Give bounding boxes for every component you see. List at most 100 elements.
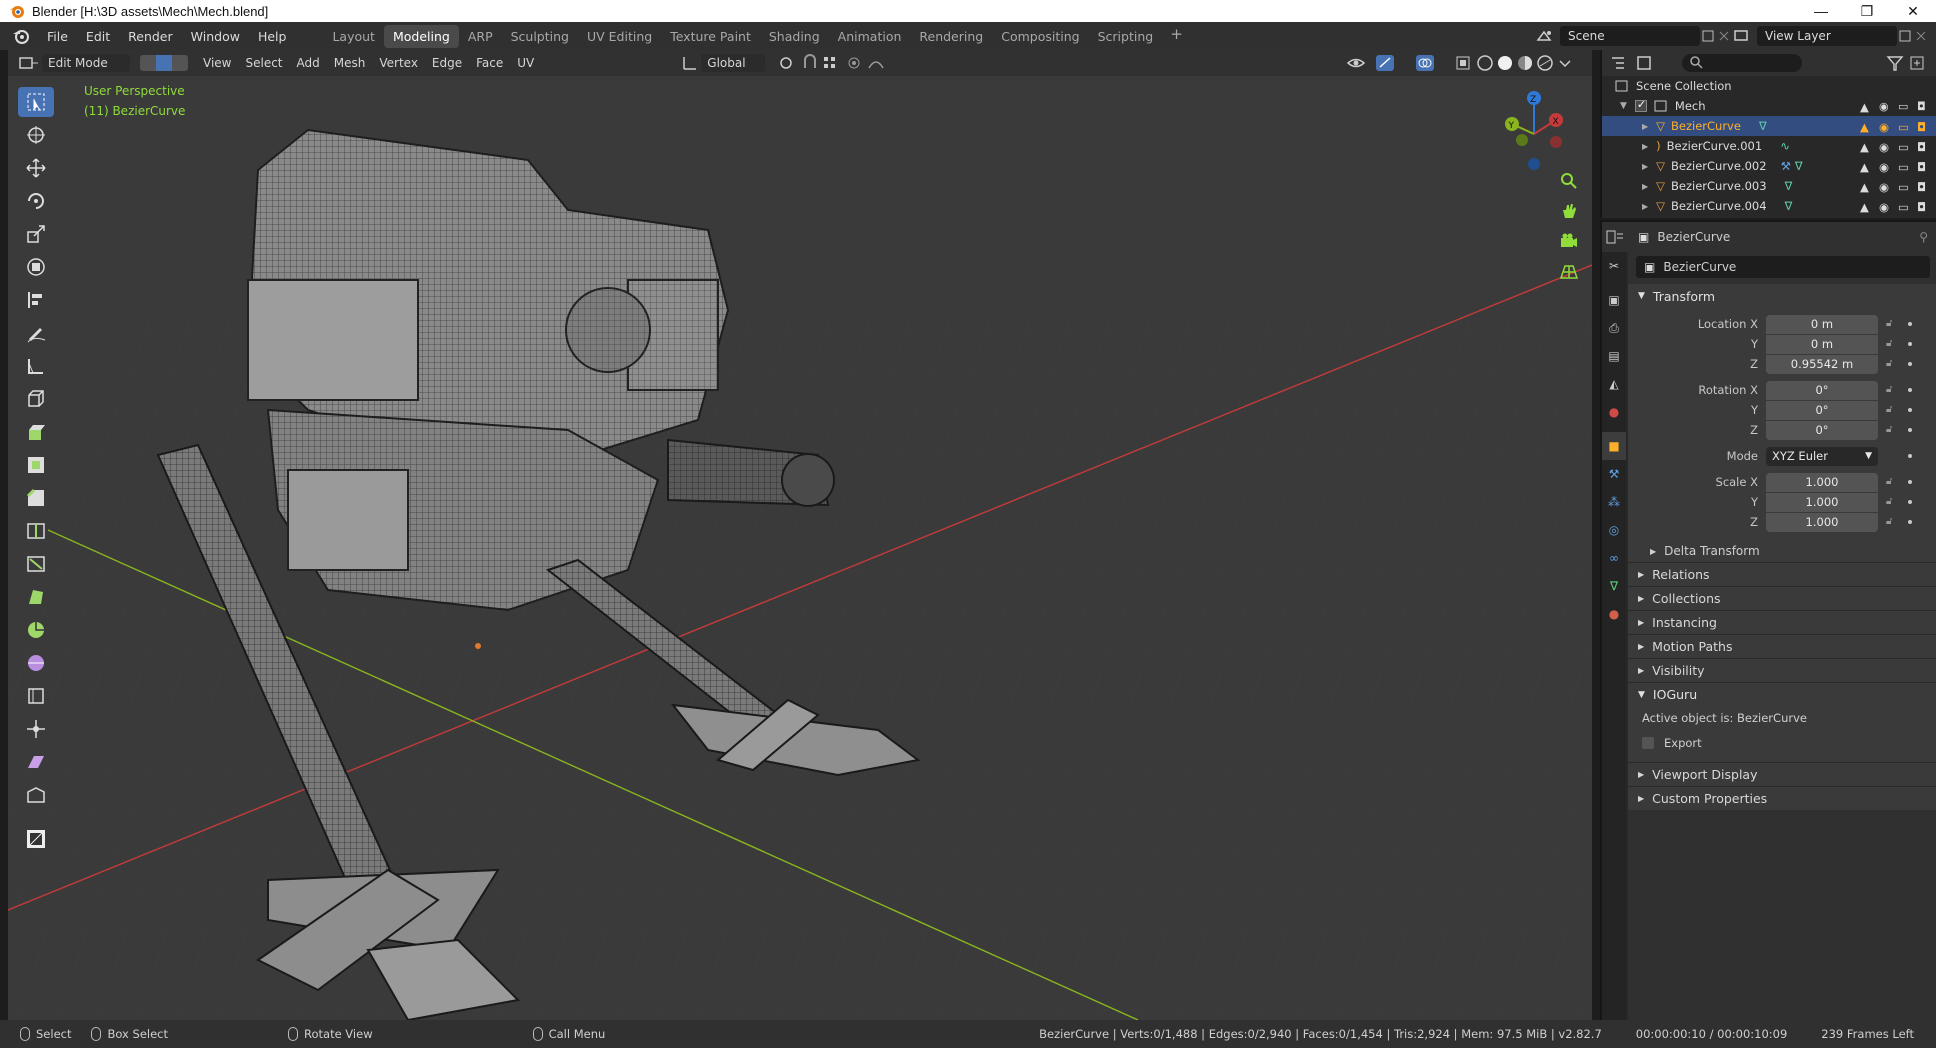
rotation-x-field[interactable]: 0° bbox=[1766, 380, 1878, 400]
align-tool[interactable] bbox=[18, 285, 54, 315]
tab-material[interactable]: ● bbox=[1602, 600, 1626, 628]
outliner-item[interactable]: ▶ ▽ BezierCurve.003 ∇ ▲ ◉ ▭ ◘ bbox=[1602, 176, 1936, 196]
rotation-mode-dropdown[interactable]: XYZ Euler ▼ bbox=[1766, 446, 1878, 466]
menu-render[interactable]: Render bbox=[119, 29, 182, 44]
menu-edge[interactable]: Edge bbox=[425, 54, 469, 72]
eye-icon[interactable]: ◉ bbox=[1879, 180, 1892, 194]
object-name-field[interactable]: ▣ BezierCurve bbox=[1636, 256, 1930, 278]
rendered-shading-icon[interactable] bbox=[1536, 54, 1556, 72]
knife-tool[interactable] bbox=[18, 549, 54, 579]
add-workspace-button[interactable]: + bbox=[1162, 25, 1191, 48]
bevel-tool[interactable] bbox=[18, 483, 54, 513]
monitor-icon[interactable]: ▭ bbox=[1898, 140, 1911, 154]
tab-compositing[interactable]: Compositing bbox=[992, 25, 1088, 48]
tab-texture-paint[interactable]: Texture Paint bbox=[661, 25, 760, 48]
lock-icon[interactable]: 🔓︎ bbox=[1886, 358, 1898, 370]
eye-icon[interactable]: ◉ bbox=[1879, 140, 1892, 154]
scale-y-field[interactable]: 1.000 bbox=[1766, 492, 1878, 512]
custom-properties-panel[interactable]: ▶ Custom Properties bbox=[1628, 786, 1936, 810]
edge-select-icon[interactable] bbox=[156, 55, 172, 71]
rotation-y-field[interactable]: 0° bbox=[1766, 400, 1878, 420]
extrude-tool[interactable] bbox=[18, 417, 54, 447]
overlays-toggle-icon[interactable] bbox=[1414, 54, 1454, 72]
transform-tool[interactable] bbox=[18, 252, 54, 282]
outliner-item[interactable]: ▶ ▽ BezierCurve ∇ ▲ ◉ ▭ ◘ bbox=[1602, 116, 1936, 136]
scale-x-field[interactable]: 1.000 bbox=[1766, 472, 1878, 492]
proportional-edit-icon[interactable] bbox=[845, 54, 867, 72]
tab-tool[interactable]: ✂ bbox=[1602, 252, 1626, 280]
tab-modeling[interactable]: Modeling bbox=[383, 24, 459, 48]
outliner-scene-collection[interactable]: Scene Collection bbox=[1602, 76, 1936, 96]
delta-transform-subpanel[interactable]: ▶ Delta Transform bbox=[1628, 540, 1936, 562]
lock-icon[interactable]: 🔓︎ bbox=[1886, 476, 1898, 488]
add-cube-tool[interactable] bbox=[18, 384, 54, 414]
outliner-item[interactable]: ▶ ▽ BezierCurve.002 ⚒ ∇ ▲ ◉ ▭ ◘ bbox=[1602, 156, 1936, 176]
monitor-icon[interactable]: ▭ bbox=[1898, 160, 1911, 174]
monitor-icon[interactable]: ▭ bbox=[1898, 200, 1911, 214]
keyframe-dot-icon[interactable] bbox=[1908, 428, 1912, 432]
lock-icon[interactable]: 🔓︎ bbox=[1886, 318, 1898, 330]
selectable-arrow-icon[interactable]: ▲ bbox=[1860, 120, 1873, 134]
snap-icon[interactable] bbox=[801, 54, 821, 72]
lock-icon[interactable]: 🔓︎ bbox=[1886, 496, 1898, 508]
maximize-button[interactable]: ❐ bbox=[1844, 0, 1890, 22]
smooth-tool[interactable] bbox=[18, 648, 54, 678]
tab-shading[interactable]: Shading bbox=[760, 25, 829, 48]
export-checkbox[interactable] bbox=[1642, 737, 1654, 749]
annotate-tool[interactable] bbox=[18, 318, 54, 348]
navigation-gizmo[interactable]: Z X Y bbox=[1494, 86, 1574, 172]
poly-build-tool[interactable] bbox=[18, 582, 54, 612]
edge-slide-tool[interactable] bbox=[18, 681, 54, 711]
scene-name[interactable]: Scene bbox=[1560, 26, 1700, 46]
move-tool[interactable] bbox=[18, 153, 54, 183]
snap-target-icon[interactable] bbox=[821, 54, 845, 72]
render-camera-icon[interactable]: ◘ bbox=[1917, 160, 1930, 174]
menu-vertex[interactable]: Vertex bbox=[372, 54, 425, 72]
keyframe-dot-icon[interactable] bbox=[1908, 408, 1912, 412]
orientation-selector[interactable]: Global bbox=[701, 54, 766, 72]
render-camera-icon[interactable]: ◘ bbox=[1917, 100, 1930, 113]
relations-panel[interactable]: ▶ Relations bbox=[1628, 562, 1936, 586]
tab-scene[interactable]: ◭ bbox=[1602, 370, 1626, 398]
filter-icon[interactable] bbox=[1886, 54, 1908, 72]
menu-help[interactable]: Help bbox=[249, 29, 296, 44]
lock-icon[interactable]: 🔓︎ bbox=[1886, 404, 1898, 416]
viewport-display-panel[interactable]: ▶ Viewport Display bbox=[1628, 762, 1936, 786]
expand-chevron-right-icon[interactable]: ▶ bbox=[1642, 202, 1648, 211]
menu-uv[interactable]: UV bbox=[510, 54, 541, 72]
blender-menu-icon[interactable] bbox=[10, 25, 32, 47]
keyframe-dot-icon[interactable] bbox=[1908, 500, 1912, 504]
outliner-search-input[interactable] bbox=[1682, 54, 1802, 72]
rip-region-tool[interactable] bbox=[18, 780, 54, 810]
tab-arp[interactable]: ARP bbox=[459, 25, 502, 48]
outliner-item[interactable]: ▶ ▽ BezierCurve.004 ∇ ▲ ◉ ▭ ◘ bbox=[1602, 196, 1936, 216]
menu-file[interactable]: File bbox=[38, 29, 77, 44]
menu-add[interactable]: Add bbox=[290, 54, 327, 72]
pin-icon[interactable]: ⚲ bbox=[1919, 230, 1928, 244]
rotate-tool[interactable] bbox=[18, 186, 54, 216]
3d-viewport[interactable]: Edit Mode View Select Add Mesh Vertex Ed… bbox=[8, 50, 1592, 1020]
visibility-panel[interactable]: ▶ Visibility bbox=[1628, 658, 1936, 682]
keyframe-dot-icon[interactable] bbox=[1908, 388, 1912, 392]
tab-world[interactable]: ● bbox=[1602, 398, 1626, 426]
keyframe-dot-icon[interactable] bbox=[1908, 322, 1912, 326]
loop-cut-tool[interactable] bbox=[18, 516, 54, 546]
tab-modifiers[interactable]: ⚒ bbox=[1602, 460, 1626, 488]
expand-chevron-right-icon[interactable]: ▶ bbox=[1642, 122, 1648, 131]
tab-rendering[interactable]: Rendering bbox=[910, 25, 992, 48]
render-camera-icon[interactable]: ◘ bbox=[1917, 120, 1930, 134]
falloff-icon[interactable] bbox=[867, 54, 893, 72]
shrink-fatten-tool[interactable] bbox=[18, 714, 54, 744]
ioguru-panel-header[interactable]: ▼ IOGuru bbox=[1628, 682, 1936, 706]
keyframe-dot-icon[interactable] bbox=[1908, 342, 1912, 346]
menu-select[interactable]: Select bbox=[238, 54, 289, 72]
tab-uv-editing[interactable]: UV Editing bbox=[578, 25, 661, 48]
rotation-z-field[interactable]: 0° bbox=[1766, 420, 1878, 440]
outliner-item[interactable]: ▶ ) BezierCurve.001 ∿ ▲ ◉ ▭ ◘ bbox=[1602, 136, 1936, 156]
face-select-icon[interactable] bbox=[172, 55, 188, 71]
keyframe-dot-icon[interactable] bbox=[1908, 520, 1912, 524]
eye-icon[interactable]: ◉ bbox=[1879, 120, 1892, 134]
remove-view-layer-icon[interactable] bbox=[1913, 28, 1929, 44]
minimize-button[interactable]: — bbox=[1798, 0, 1844, 22]
monitor-icon[interactable]: ▭ bbox=[1898, 100, 1911, 113]
